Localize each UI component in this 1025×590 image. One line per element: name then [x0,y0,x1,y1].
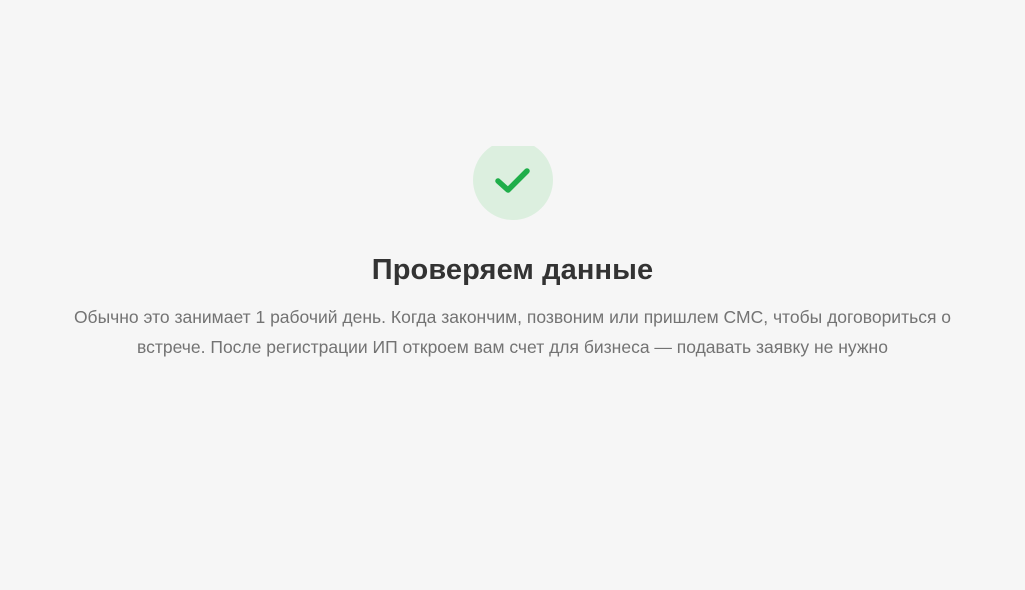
success-circle [472,146,553,220]
status-description: Обычно это занимает 1 рабочий день. Когд… [73,307,952,357]
check-icon [494,168,530,193]
page-title: Проверяем данные [371,254,654,286]
status-panel: Проверяем данные Обычно это занимает 1 р… [0,146,1025,362]
success-badge [471,146,555,220]
